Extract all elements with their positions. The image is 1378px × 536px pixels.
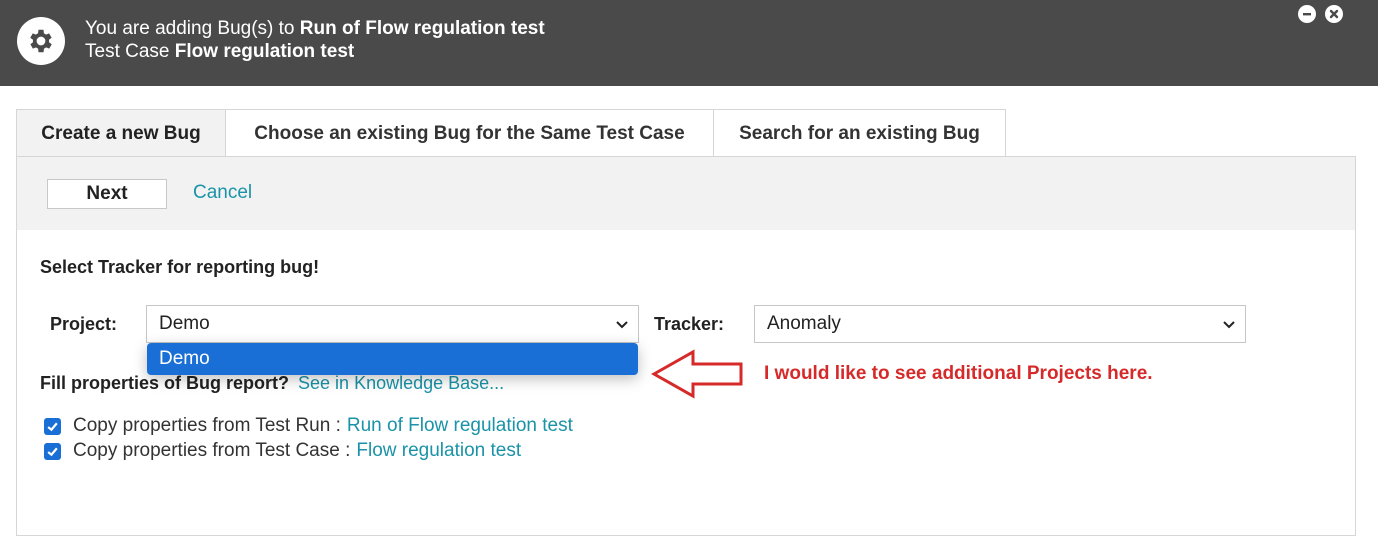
- project-select[interactable]: Demo: [146, 305, 639, 343]
- project-select-value: Demo: [159, 313, 210, 334]
- header-case-prefix: Test Case: [85, 41, 170, 62]
- annotation-arrow-icon: [651, 349, 743, 399]
- copy-run-link[interactable]: Run of Flow regulation test: [347, 415, 573, 437]
- tab-bar: Create a new Bug Choose an existing Bug …: [16, 109, 1006, 157]
- copy-case-label: Copy properties from Test Case :: [73, 440, 351, 461]
- copy-case-checkbox[interactable]: [44, 442, 61, 460]
- copy-case-row: Copy properties from Test Case : Flow re…: [44, 440, 521, 462]
- header-case-name: Flow regulation test: [174, 41, 355, 62]
- copy-run-label: Copy properties from Test Run :: [73, 415, 341, 436]
- header-run-name: Run of Flow regulation test: [299, 18, 545, 39]
- project-dropdown-option[interactable]: Demo: [147, 343, 638, 375]
- chevron-down-icon: [616, 321, 628, 329]
- fill-properties-line: Fill properties of Bug report? See in Kn…: [40, 373, 504, 394]
- tracker-label: Tracker:: [654, 314, 725, 334]
- copy-run-row: Copy properties from Test Run : Run of F…: [44, 415, 573, 437]
- copy-case-link[interactable]: Flow regulation test: [356, 440, 521, 462]
- tracker-select[interactable]: Anomaly: [754, 305, 1246, 343]
- project-label: Project:: [50, 314, 118, 334]
- tab-choose-existing-bug[interactable]: Choose an existing Bug for the Same Test…: [225, 109, 714, 157]
- knowledge-base-link[interactable]: See in Knowledge Base...: [298, 373, 504, 393]
- cancel-link[interactable]: Cancel: [193, 182, 252, 204]
- annotation-text: I would like to see additional Projects …: [764, 363, 1153, 384]
- gear-icon: [17, 17, 65, 65]
- create-bug-panel: Next Cancel Select Tracker for reporting…: [16, 156, 1356, 536]
- copy-run-checkbox[interactable]: [44, 417, 61, 435]
- header-title-line-2: Test Case Flow regulation test: [85, 41, 354, 63]
- fill-properties-label: Fill properties of Bug report?: [40, 373, 290, 393]
- header-prefix: You are adding Bug(s) to: [85, 18, 295, 39]
- toolbar: Next Cancel: [17, 157, 1355, 230]
- tracker-select-value: Anomaly: [767, 313, 841, 334]
- minimize-icon[interactable]: [1298, 5, 1316, 23]
- select-tracker-heading: Select Tracker for reporting bug!: [40, 257, 320, 277]
- next-button[interactable]: Next: [47, 179, 167, 209]
- dialog-header: You are adding Bug(s) to Run of Flow reg…: [0, 0, 1378, 86]
- tab-search-existing-bug[interactable]: Search for an existing Bug: [713, 109, 1006, 157]
- header-title-line-1: You are adding Bug(s) to Run of Flow reg…: [85, 18, 545, 40]
- close-icon[interactable]: [1325, 5, 1343, 23]
- tab-create-new-bug[interactable]: Create a new Bug: [16, 109, 226, 157]
- chevron-down-icon: [1223, 321, 1235, 329]
